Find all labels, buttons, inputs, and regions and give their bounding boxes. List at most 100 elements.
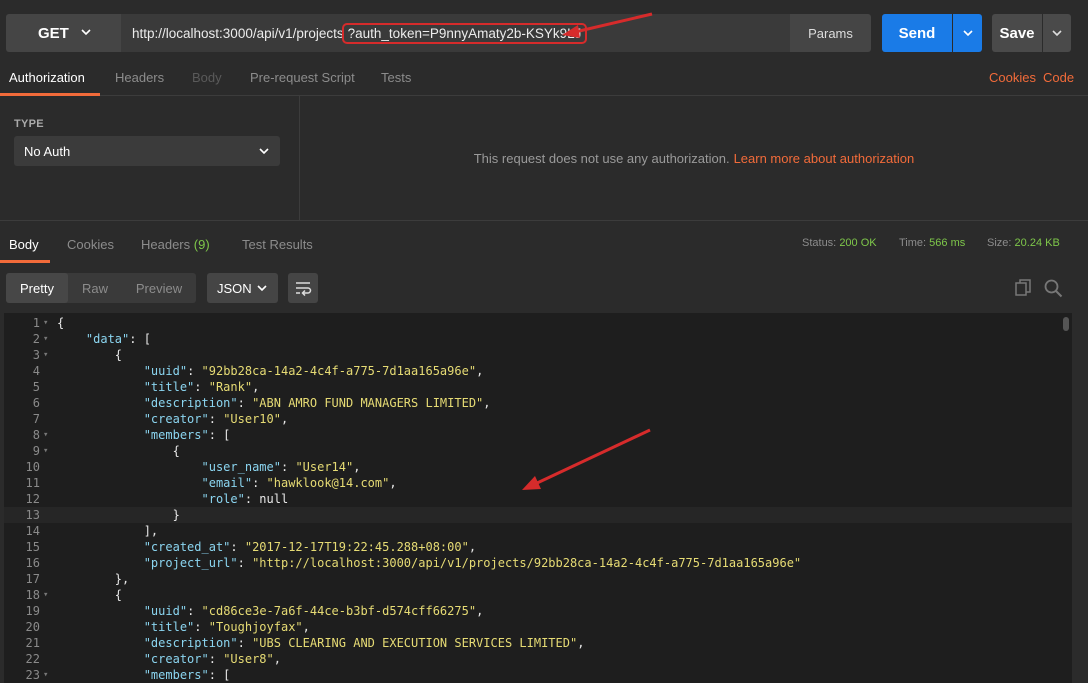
code-line: 3 ▾ { — [4, 347, 1072, 363]
tab-response-body[interactable]: Body — [9, 237, 39, 252]
wrap-lines-button[interactable] — [288, 273, 318, 303]
tab-headers[interactable]: Headers — [115, 70, 164, 85]
line-number: 15 — [25, 540, 40, 554]
code-text: } — [57, 508, 180, 522]
request-tabs: Authorization Headers Body Pre-request S… — [0, 62, 1088, 96]
code-line: 19 "uuid": "cd86ce3e-7a6f-44ce-b3bf-d574… — [4, 603, 1072, 619]
method-label: GET — [38, 24, 69, 42]
code-line: 10 "user_name": "User14", — [4, 459, 1072, 475]
code-text: "members": [ — [143, 668, 231, 682]
code-line: 7 "creator": "User10", — [4, 411, 1072, 427]
code-line: 12 "role": null — [4, 491, 1072, 507]
fold-toggle-icon[interactable]: ▾ — [43, 587, 48, 603]
request-bar: GET http://localhost:3000/api/v1/project… — [0, 0, 1088, 66]
cookies-link[interactable]: Cookies — [989, 70, 1036, 85]
fold-toggle-icon[interactable]: ▾ — [43, 315, 48, 331]
search-icon[interactable] — [1043, 278, 1063, 298]
line-number: 20 — [25, 620, 40, 634]
code-text: "title": "Rank", — [143, 380, 260, 394]
status-info: Status: 200 OK — [802, 237, 877, 249]
chevron-down-icon — [81, 29, 91, 36]
code-line: 8 ▾ "members": [ — [4, 427, 1072, 443]
size-label: Size: — [987, 237, 1012, 249]
copy-icon[interactable] — [1013, 278, 1033, 298]
send-button[interactable]: Send — [882, 14, 952, 52]
scrollbar-thumb[interactable] — [1063, 317, 1069, 331]
auth-type-select[interactable]: No Auth — [14, 136, 280, 166]
fold-toggle-icon[interactable]: ▾ — [43, 427, 48, 443]
code-text: "data": [ — [85, 332, 151, 346]
code-text: { — [57, 316, 65, 330]
code-text: { — [57, 348, 123, 362]
chevron-down-icon — [257, 285, 267, 292]
line-number: 2 — [32, 332, 40, 346]
fold-toggle-icon[interactable]: ▾ — [43, 443, 48, 459]
line-number: 12 — [25, 492, 40, 506]
send-options-button[interactable] — [953, 14, 982, 52]
line-number: 3 — [32, 348, 40, 362]
code-text: "project_url": "http://localhost:3000/ap… — [143, 556, 802, 570]
url-query-highlight: ?auth_token=P9nnyAmaty2b-KSYk9LJ — [341, 22, 588, 44]
format-value: JSON — [217, 280, 252, 296]
line-number: 21 — [25, 636, 40, 650]
line-number: 9 — [32, 444, 40, 458]
code-line: 1 ▾ { — [4, 315, 1072, 331]
time-label: Time: — [899, 237, 927, 249]
url-input[interactable]: http://localhost:3000/api/v1/projects ?au… — [121, 14, 790, 52]
view-pretty-button[interactable]: Pretty — [6, 273, 68, 303]
code-line: 16 "project_url": "http://localhost:3000… — [4, 555, 1072, 571]
format-select[interactable]: JSON — [207, 273, 278, 303]
line-number: 1 — [32, 316, 40, 330]
headers-tab-label: Headers — [141, 237, 191, 252]
code-link[interactable]: Code — [1043, 70, 1074, 85]
code-text: { — [57, 588, 123, 602]
learn-more-link[interactable]: Learn more about authorization — [734, 151, 915, 166]
fold-toggle-icon[interactable]: ▾ — [43, 347, 48, 363]
response-body-editor[interactable]: 1 ▾{2 ▾ "data": [3 ▾ {4 "uuid": "92bb28ca-1… — [4, 313, 1072, 683]
line-number: 11 — [25, 476, 40, 490]
line-number: 17 — [25, 572, 40, 586]
params-button[interactable]: Params — [790, 14, 871, 52]
line-number: 23 — [25, 668, 40, 682]
method-select[interactable]: GET — [6, 14, 121, 52]
code-line: 15 "created_at": "2017-12-17T19:22:45.28… — [4, 539, 1072, 555]
code-text: "uuid": "92bb28ca-14a2-4c4f-a775-7d1aa16… — [143, 364, 484, 378]
fold-toggle-icon[interactable]: ▾ — [43, 667, 48, 683]
active-response-tab-indicator — [0, 260, 50, 263]
line-number: 19 — [25, 604, 40, 618]
send-label: Send — [898, 24, 936, 42]
line-number: 16 — [25, 556, 40, 570]
code-line: 2 ▾ "data": [ — [4, 331, 1072, 347]
code-text: "user_name": "User14", — [201, 460, 361, 474]
code-line: 23 ▾ "members": [ — [4, 667, 1072, 683]
chevron-down-icon — [1052, 30, 1062, 37]
line-number: 14 — [25, 524, 40, 538]
code-line: 9 ▾ { — [4, 443, 1072, 459]
postman-window: GET http://localhost:3000/api/v1/project… — [0, 0, 1088, 683]
code-line: 6 "description": "ABN AMRO FUND MANAGERS… — [4, 395, 1072, 411]
headers-count-badge: (9) — [193, 237, 210, 252]
chevron-down-icon — [259, 148, 269, 155]
tab-test-results[interactable]: Test Results — [242, 237, 313, 252]
line-number: 13 — [25, 508, 40, 522]
tab-body[interactable]: Body — [192, 70, 222, 85]
line-number: 7 — [32, 412, 40, 426]
code-line: 5 "title": "Rank", — [4, 379, 1072, 395]
tab-authorization[interactable]: Authorization — [9, 70, 85, 85]
auth-type-label: TYPE — [14, 118, 44, 130]
code-line: 17 }, — [4, 571, 1072, 587]
code-text: { — [57, 444, 180, 458]
code-line: 13 } — [4, 507, 1072, 523]
code-line: 22 "creator": "User8", — [4, 651, 1072, 667]
tab-response-cookies[interactable]: Cookies — [67, 237, 114, 252]
fold-toggle-icon[interactable]: ▾ — [43, 331, 48, 347]
tab-pre-request-script[interactable]: Pre-request Script — [250, 70, 355, 85]
save-button[interactable]: Save — [992, 14, 1042, 52]
tab-response-headers[interactable]: Headers (9) — [141, 237, 210, 252]
code-line: 21 "description": "UBS CLEARING AND EXEC… — [4, 635, 1072, 651]
line-number: 4 — [32, 364, 40, 378]
tab-tests[interactable]: Tests — [381, 70, 411, 85]
view-preview-button[interactable]: Preview — [122, 273, 196, 303]
save-options-button[interactable] — [1043, 14, 1071, 52]
view-raw-button[interactable]: Raw — [68, 273, 122, 303]
